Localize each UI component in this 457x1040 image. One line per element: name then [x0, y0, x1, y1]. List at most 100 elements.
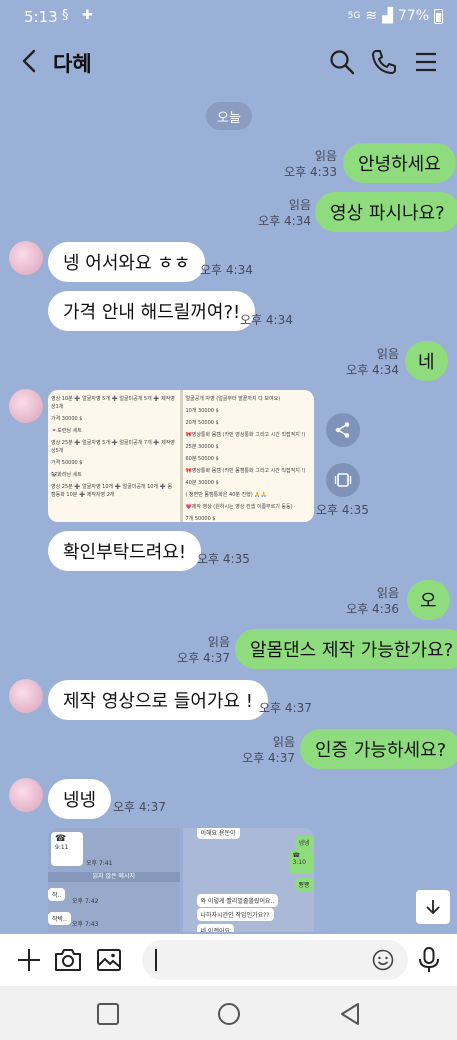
- read-receipt: 읽음: [314, 149, 337, 163]
- read-receipt: 읽음: [376, 586, 399, 600]
- call-card: ☎ 3:10: [288, 850, 313, 874]
- home-icon[interactable]: [215, 1000, 243, 1028]
- my-message-bubble[interactable]: 오: [407, 580, 450, 620]
- preview-message: 작..: [48, 888, 66, 901]
- price-line: 10개 30000 $: [185, 408, 219, 414]
- price-line: 영상 25분 ➕ 얼굴자영 5개 ➕ 얼굴미공개 7개 ➕ 제작영상5개: [51, 440, 175, 454]
- message-input[interactable]: [142, 940, 408, 980]
- preview-reply: 넹넹: [294, 836, 314, 849]
- battery-icon: [434, 8, 443, 24]
- share-button[interactable]: [326, 413, 360, 447]
- microphone-icon[interactable]: [414, 945, 444, 975]
- read-receipt: 읽음: [207, 635, 230, 649]
- chat-header: 다혜: [0, 34, 457, 90]
- my-message-bubble[interactable]: 안녕하세요: [343, 143, 456, 183]
- price-line: 🎀영상통화 몸캠 (카민 영상통화 그리고 시간 직접적지 !): [185, 432, 306, 438]
- price-line: 40분 30000 $: [185, 480, 219, 486]
- phone-icon[interactable]: [370, 48, 398, 76]
- unread-banner: 읽지 않은 메시지: [48, 872, 180, 882]
- chat-title: 다혜: [53, 52, 92, 76]
- price-line: 💌도련님 세트: [51, 428, 82, 434]
- message-time: 오후 4:37: [177, 651, 230, 665]
- price-line: ( 정면만 몸캠통화은 40분 진행) 🙏🙏: [185, 492, 267, 498]
- save-image-button[interactable]: [326, 463, 360, 497]
- preview-message: 네 이젠어요: [196, 924, 235, 932]
- message-meta: 읽음 오후 4:34: [258, 197, 311, 229]
- message-meta: 읽음 오후 4:36: [346, 585, 399, 617]
- screenshot-right: 이해요 용돈이 넹넹 ☎ 3:10 뿅뿅 와 이렇게 빨리벌줄몰랐어요.. 나하…: [182, 828, 314, 932]
- my-message-bubble[interactable]: 영상 파시나요?: [315, 192, 457, 232]
- preview-time: 오후 7:41: [86, 860, 113, 867]
- preview-time: 오후 7:43: [72, 921, 99, 928]
- their-message-bubble[interactable]: 가격 안내 해드릴꺼여?!: [48, 291, 256, 331]
- message-time: 오후 4:36: [346, 602, 399, 616]
- wifi-icon: ≋: [365, 8, 378, 24]
- camera-icon[interactable]: [53, 945, 83, 975]
- preview-message: 작박..: [48, 912, 71, 925]
- search-icon[interactable]: [328, 48, 356, 76]
- recent-apps-icon[interactable]: [94, 1000, 122, 1028]
- message-time: 오후 4:34: [200, 263, 253, 277]
- plus-icon[interactable]: [14, 945, 44, 975]
- navigation-bar: [0, 986, 457, 1040]
- emoji-icon[interactable]: [372, 949, 394, 971]
- read-receipt: 읽음: [376, 347, 399, 361]
- phone-icon: ☎: [292, 852, 300, 859]
- call-duration: 3:10: [292, 859, 306, 866]
- battery-saver-icon: ✚: [82, 8, 93, 23]
- message-meta: 읽음 오후 4:34: [346, 346, 399, 378]
- avatar[interactable]: [9, 241, 43, 275]
- preview-message: 와 이렇게 빨리벌줄몰랐어요..: [196, 894, 279, 907]
- message-time: 오후 4:34: [240, 313, 293, 327]
- price-line: 영상 10분 ➕ 얼굴자영 5개 ➕ 얼굴미공개 5개 ➕ 제작영상1개: [51, 396, 175, 410]
- price-line: 25분 30000 $: [185, 444, 219, 450]
- my-message-bubble[interactable]: 알몸댄스 제작 가능한가요?: [235, 629, 457, 669]
- price-line: 🎀영상통화 몸캠 (카민 몸캠통화 그리고 시간 직접적지 !): [185, 468, 306, 474]
- price-line: 가격 50000 $: [51, 460, 83, 466]
- preview-reply: 뿅뿅: [294, 878, 314, 891]
- my-message-bubble[interactable]: 네: [405, 341, 448, 381]
- their-message-bubble[interactable]: 넹 어서와요 ㅎㅎ: [48, 242, 206, 282]
- status-time: 5:13: [24, 8, 58, 26]
- preview-message: 나하자시간인 작업인가요??: [196, 908, 274, 921]
- price-line: 60분 50000 $: [185, 456, 219, 462]
- message-time: 오후 4:37: [242, 751, 295, 765]
- menu-icon[interactable]: [412, 48, 440, 76]
- preview-message: 이해요 용돈이: [196, 828, 240, 839]
- price-line: 영상 25분 ➕ 얼굴자영 10개 ➕ 얼굴미공개 10개 ➕ 몸캠동화 10분…: [51, 484, 173, 498]
- avatar[interactable]: [9, 679, 43, 713]
- scroll-down-button[interactable]: [416, 890, 450, 924]
- image-icon[interactable]: [94, 945, 124, 975]
- network-badge: 5G: [347, 11, 361, 21]
- call-duration: 9:11: [55, 844, 69, 851]
- gallery-icon: [334, 473, 352, 487]
- avatar[interactable]: [9, 778, 43, 812]
- avatar[interactable]: [9, 389, 43, 423]
- their-message-bubble[interactable]: 넹넹: [48, 779, 112, 819]
- message-meta: 읽음 오후 4:37: [177, 634, 230, 666]
- back-nav-icon[interactable]: [336, 1000, 364, 1028]
- screenshot-left: ☎ 9:11 오후 7:41 읽지 않은 메시지 작.. 오후 7:42 작박.…: [48, 828, 180, 932]
- message-time: 오후 4:35: [316, 503, 369, 517]
- battery-percent: 77%: [397, 8, 429, 24]
- their-message-bubble[interactable]: 제작 영상으로 들어가요 !: [48, 680, 268, 720]
- message-time: 오후 4:37: [113, 800, 166, 814]
- price-list-image[interactable]: 영상 10분 ➕ 얼굴자영 5개 ➕ 얼굴미공개 5개 ➕ 제작영상1개가격 3…: [48, 390, 314, 522]
- back-icon[interactable]: [14, 46, 44, 76]
- screenshot-image[interactable]: ☎ 9:11 오후 7:41 읽지 않은 메시지 작.. 오후 7:42 작박.…: [48, 828, 314, 932]
- status-bar: 5:13 § ✚ 5G ≋ ▟ 77%: [0, 0, 457, 34]
- message-time: 오후 4:34: [346, 363, 399, 377]
- message-meta: 읽음 오후 4:37: [242, 734, 295, 766]
- call-card: ☎ 9:11: [51, 832, 83, 866]
- their-message-bubble[interactable]: 확인부탁드려요!: [48, 531, 202, 571]
- price-line: 💗제작 영상 (원하시는 영상 컨셉 이름부르기 등등): [185, 504, 293, 510]
- notification-icon: §: [62, 8, 69, 23]
- date-divider: 오늘: [206, 102, 252, 130]
- message-time: 오후 4:33: [284, 165, 337, 179]
- price-line: 가격 30000 $: [51, 416, 83, 422]
- signal-icon: ▟: [382, 8, 393, 24]
- read-receipt: 읽음: [272, 735, 295, 749]
- price-line: 20개 50000 $: [185, 420, 219, 426]
- message-time: 오후 4:37: [259, 701, 312, 715]
- my-message-bubble[interactable]: 인증 가능하세요?: [300, 729, 457, 769]
